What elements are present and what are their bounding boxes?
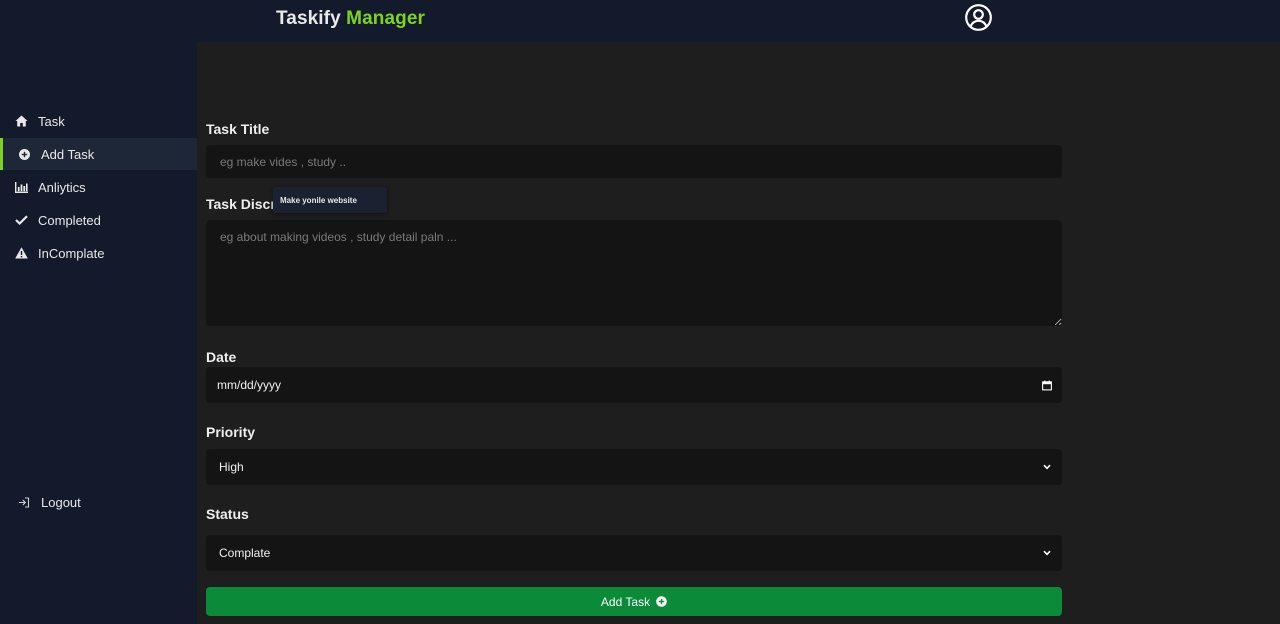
check-icon — [14, 213, 28, 227]
add-task-button-label: Add Task — [600, 594, 651, 609]
chevron-down-icon — [1042, 548, 1052, 558]
sidebar: Task Add Task Anliytics Completed InComp… — [0, 42, 197, 624]
priority-select[interactable]: High — [206, 449, 1062, 485]
status-select[interactable]: Complate — [206, 535, 1062, 571]
sidebar-item-label: Task — [38, 113, 65, 129]
sidebar-item-label: InComplate — [38, 245, 105, 261]
sidebar-item-completed[interactable]: Completed — [0, 204, 197, 236]
status-value: Complate — [219, 546, 271, 560]
user-profile-icon[interactable] — [964, 3, 993, 32]
bar-chart-icon — [14, 180, 28, 194]
plus-circle-icon — [656, 596, 667, 607]
date-input[interactable]: mm/dd/yyyy — [206, 367, 1062, 403]
sidebar-item-label: Anliytics — [38, 179, 86, 195]
brand-name: Taskify — [276, 8, 341, 29]
home-icon — [14, 114, 28, 128]
logout-button[interactable]: Logout — [0, 486, 197, 518]
status-label: Status — [206, 506, 249, 522]
autocomplete-suggestion[interactable]: Make yonile website — [273, 187, 387, 213]
date-value: mm/dd/yyyy — [217, 378, 282, 392]
brand-accent: Manager — [346, 8, 426, 29]
sidebar-item-task[interactable]: Task — [0, 105, 197, 137]
task-title-label: Task Title — [206, 121, 270, 137]
sidebar-item-add-task[interactable]: Add Task — [0, 138, 197, 170]
app-logo[interactable]: Taskify Manager — [276, 8, 425, 30]
sidebar-item-analytics[interactable]: Anliytics — [0, 171, 197, 203]
priority-value: High — [219, 460, 244, 474]
priority-label: Priority — [206, 424, 256, 440]
top-navbar: Taskify Manager — [0, 0, 1280, 42]
date-label: Date — [206, 349, 237, 365]
chevron-down-icon — [1042, 462, 1052, 472]
sidebar-item-label: Completed — [38, 212, 101, 228]
calendar-icon[interactable] — [1042, 380, 1052, 390]
sidebar-item-incomplete[interactable]: InComplate — [0, 237, 197, 269]
task-title-input[interactable] — [206, 145, 1062, 178]
logout-icon — [17, 495, 31, 509]
warning-icon — [14, 246, 28, 260]
task-description-textarea[interactable] — [206, 220, 1062, 326]
add-task-button[interactable]: Add Task — [206, 587, 1062, 616]
sidebar-item-label: Add Task — [41, 146, 95, 162]
logout-label: Logout — [41, 494, 81, 510]
plus-circle-icon — [17, 147, 31, 161]
